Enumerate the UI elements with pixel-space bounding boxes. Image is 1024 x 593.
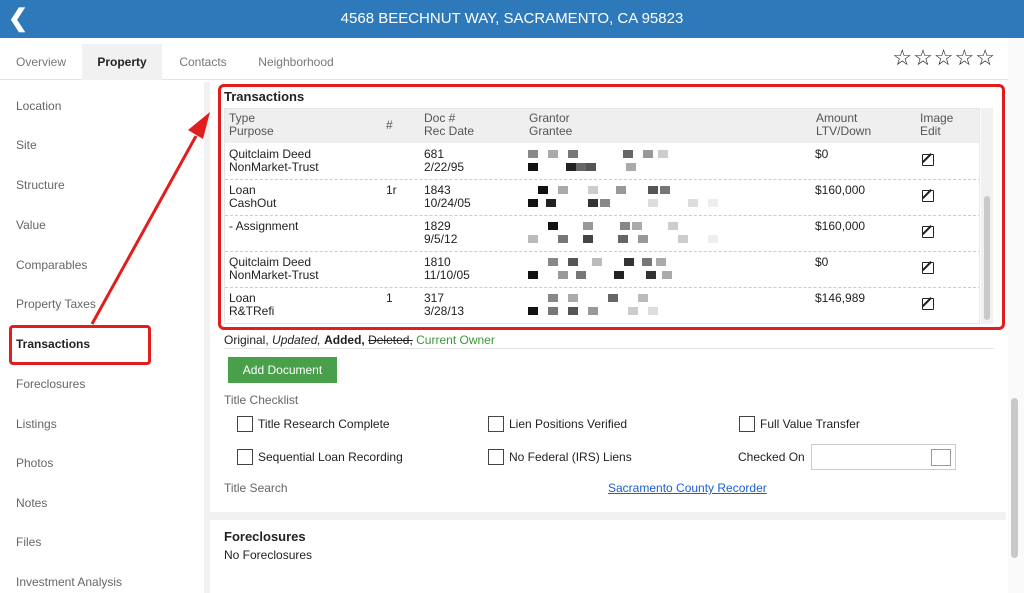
sidebar-item-files[interactable]: Files — [16, 531, 196, 553]
star-icon[interactable]: ☆ — [955, 45, 976, 70]
legend-updated: Updated, — [272, 333, 321, 347]
sidebar-item-value[interactable]: Value — [16, 214, 196, 236]
tab-overview[interactable]: Overview — [0, 44, 82, 80]
tab-bar: Overview Property Contacts Neighborhood — [0, 44, 1010, 80]
sidebar-item-location[interactable]: Location — [16, 95, 196, 117]
star-icon[interactable]: ☆ — [913, 45, 934, 70]
sidebar-item-investment-analysis[interactable]: Investment Analysis — [16, 571, 196, 593]
checkbox[interactable] — [739, 416, 755, 432]
legend-current-owner: Current Owner — [416, 333, 495, 347]
checked-on-date-input[interactable] — [811, 444, 956, 470]
sidebar-item-foreclosures[interactable]: Foreclosures — [16, 373, 196, 395]
legend-deleted: Deleted, — [368, 333, 413, 347]
page-scrollbar[interactable] — [1008, 38, 1024, 593]
divider — [224, 348, 994, 349]
calendar-icon[interactable] — [931, 449, 951, 466]
status-legend: Original, Updated, Added, Deleted, Curre… — [224, 333, 495, 347]
page-title: 4568 BEECHNUT WAY, SACRAMENTO, CA 95823 — [340, 10, 684, 27]
no-foreclosures-text: No Foreclosures — [224, 548, 313, 562]
star-icon[interactable]: ☆ — [975, 45, 996, 70]
sidebar-item-comparables[interactable]: Comparables — [16, 254, 196, 276]
checked-on-label: Checked On — [738, 450, 805, 464]
legend-original: Original, — [224, 333, 269, 347]
checkbox[interactable] — [237, 449, 253, 465]
title-checklist-label: Title Checklist — [224, 393, 299, 407]
add-document-button[interactable]: Add Document — [228, 357, 337, 383]
highlight-box-sidebar — [9, 325, 151, 365]
tab-neighborhood[interactable]: Neighborhood — [248, 44, 344, 80]
sidebar-item-site[interactable]: Site — [16, 134, 196, 156]
sidebar-item-photos[interactable]: Photos — [16, 452, 196, 474]
sidebar-item-property-taxes[interactable]: Property Taxes — [16, 293, 196, 315]
sidebar-item-listings[interactable]: Listings — [16, 413, 196, 435]
title-search-label: Title Search — [224, 481, 288, 495]
legend-added: Added, — [324, 333, 365, 347]
sidebar-item-structure[interactable]: Structure — [16, 174, 196, 196]
star-icon[interactable]: ☆ — [934, 45, 955, 70]
checkbox[interactable] — [237, 416, 253, 432]
rating-stars[interactable]: ☆☆☆☆☆ — [892, 45, 996, 71]
checkbox[interactable] — [488, 449, 504, 465]
star-icon[interactable]: ☆ — [892, 45, 913, 70]
section-title-foreclosures: Foreclosures — [224, 529, 306, 544]
checkbox[interactable] — [488, 416, 504, 432]
app-header: ❮ 4568 BEECHNUT WAY, SACRAMENTO, CA 9582… — [0, 0, 1024, 38]
section-separator — [210, 512, 1006, 520]
tab-property[interactable]: Property — [82, 44, 162, 80]
highlight-box-transactions — [218, 84, 1005, 330]
sidebar-item-notes[interactable]: Notes — [16, 492, 196, 514]
tab-contacts[interactable]: Contacts — [166, 44, 240, 80]
page-scrollbar-thumb[interactable] — [1011, 398, 1018, 558]
county-recorder-link[interactable]: Sacramento County Recorder — [608, 481, 767, 495]
